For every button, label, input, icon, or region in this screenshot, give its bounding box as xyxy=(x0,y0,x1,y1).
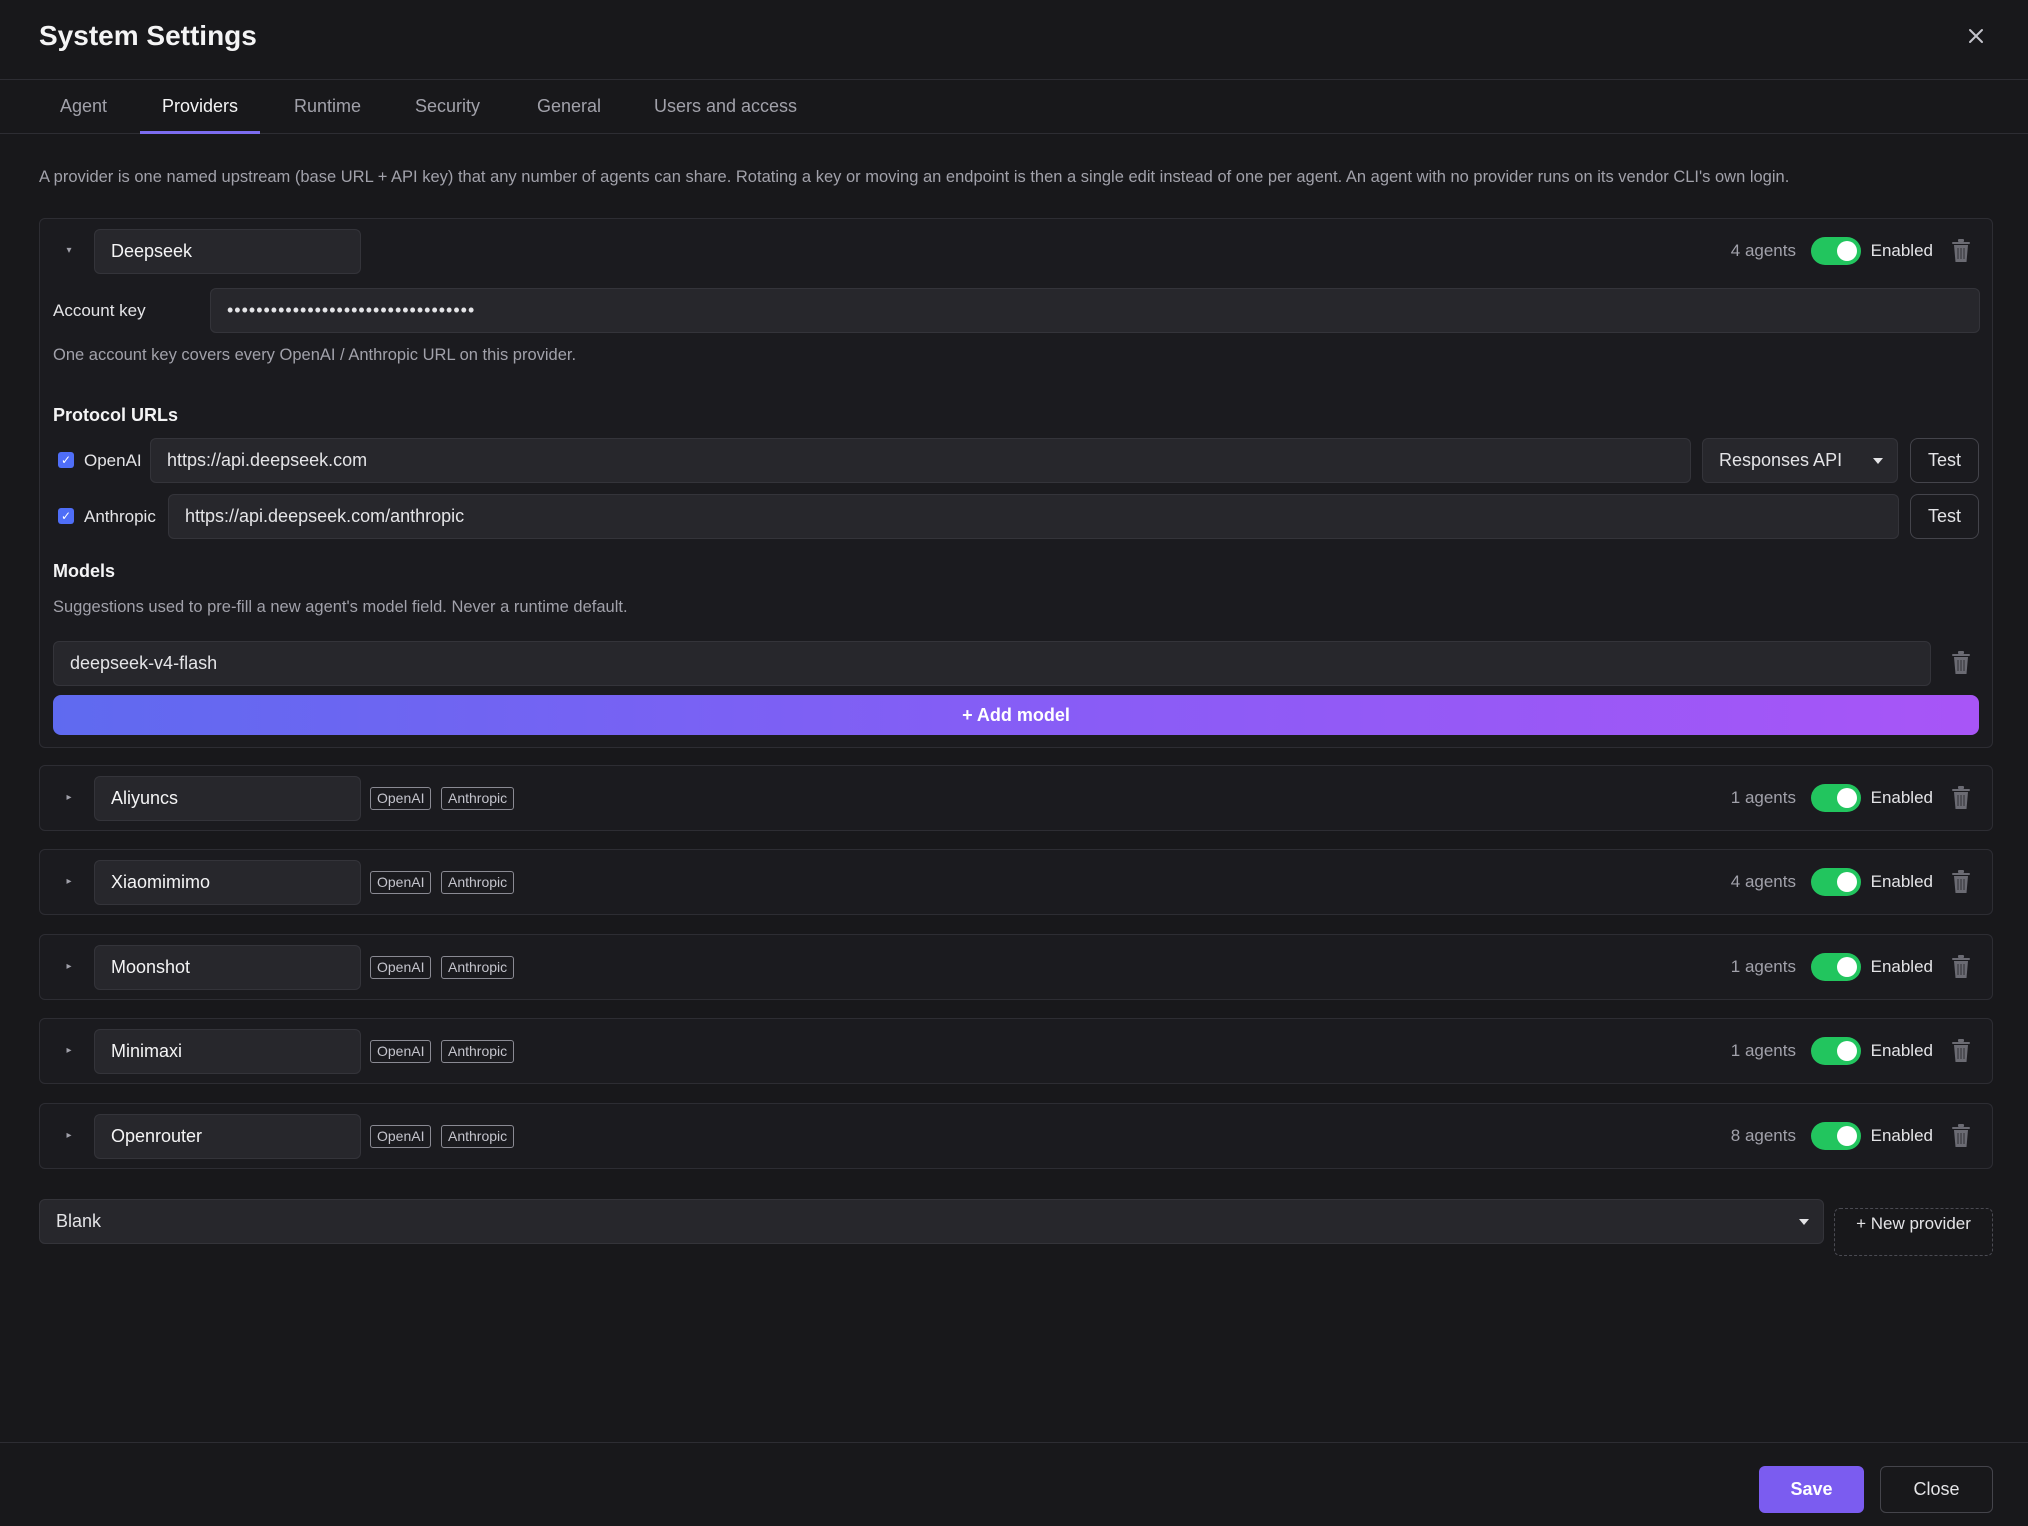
tab-agent[interactable]: Agent xyxy=(38,80,129,134)
models-help: Suggestions used to pre-fill a new agent… xyxy=(53,598,628,616)
anthropic-url-input[interactable]: https://api.deepseek.com/anthropic xyxy=(168,494,1899,539)
provider-name-input[interactable]: Xiaomimimo xyxy=(94,860,361,905)
provider-name-input[interactable]: Openrouter xyxy=(94,1114,361,1159)
openai-badge: OpenAI xyxy=(370,787,432,810)
provider-card: ▸ Moonshot OpenAI Anthropic 1 agents Ena… xyxy=(39,934,1993,1000)
openai-badge: OpenAI xyxy=(370,1040,432,1063)
openai-url-input[interactable]: https://api.deepseek.com xyxy=(150,438,1691,483)
trash-icon[interactable] xyxy=(1951,955,1971,979)
provider-template-select[interactable]: Blank xyxy=(39,1199,1824,1244)
enabled-toggle[interactable] xyxy=(1811,868,1861,896)
page-title: System Settings xyxy=(39,20,257,51)
collapse-caret-icon[interactable]: ▾ xyxy=(62,245,76,256)
anthropic-checkbox[interactable]: ✓ xyxy=(58,508,74,524)
enabled-toggle[interactable] xyxy=(1811,1037,1861,1065)
openai-api-mode-select[interactable]: Responses API xyxy=(1702,438,1898,483)
enabled-label: Enabled xyxy=(1870,957,1933,976)
trash-icon[interactable] xyxy=(1951,1039,1971,1063)
anthropic-badge: Anthropic xyxy=(441,871,515,894)
tab-security[interactable]: Security xyxy=(393,80,502,134)
enabled-label: Enabled xyxy=(1870,788,1933,807)
openai-badge: OpenAI xyxy=(370,871,432,894)
openai-label: OpenAI xyxy=(84,451,142,470)
openai-badge: OpenAI xyxy=(370,1125,432,1148)
tab-providers[interactable]: Providers xyxy=(140,80,261,134)
account-key-help: One account key covers every OpenAI / An… xyxy=(53,346,577,364)
model-input[interactable]: deepseek-v4-flash xyxy=(53,641,1931,686)
provider-card: ▸ Openrouter OpenAI Anthropic 8 agents E… xyxy=(39,1103,1993,1169)
account-key-input[interactable]: •••••••••••••••••••••••••••••••••• xyxy=(210,288,1980,333)
models-title: Models xyxy=(53,561,116,581)
expand-caret-icon[interactable]: ▸ xyxy=(62,1130,76,1141)
enabled-label: Enabled xyxy=(1870,1041,1933,1060)
agent-count: 1 agents xyxy=(1730,788,1796,807)
expand-caret-icon[interactable]: ▸ xyxy=(62,792,76,803)
enabled-toggle[interactable] xyxy=(1811,784,1861,812)
provider-name-input[interactable]: Moonshot xyxy=(94,945,361,990)
delete-model-trash-icon[interactable] xyxy=(1951,651,1971,675)
enabled-toggle[interactable] xyxy=(1811,1122,1861,1150)
account-key-label: Account key xyxy=(53,301,146,320)
provider-card: ▸ Minimaxi OpenAI Anthropic 1 agents Ena… xyxy=(39,1018,1993,1084)
test-openai-button[interactable]: Test xyxy=(1910,438,1979,483)
tab-bar: Agent Providers Runtime Security General… xyxy=(0,80,2028,134)
trash-icon[interactable] xyxy=(1951,239,1971,263)
new-provider-button[interactable]: + New provider xyxy=(1834,1208,1993,1256)
template-select-value: Blank xyxy=(56,1211,102,1231)
trash-icon[interactable] xyxy=(1951,786,1971,810)
openai-badge: OpenAI xyxy=(370,956,432,979)
expand-caret-icon[interactable]: ▸ xyxy=(62,961,76,972)
enabled-toggle[interactable] xyxy=(1811,953,1861,981)
tab-users-and-access[interactable]: Users and access xyxy=(632,80,819,134)
test-anthropic-button[interactable]: Test xyxy=(1910,494,1979,539)
close-icon[interactable] xyxy=(1962,22,1990,50)
agent-count: 4 agents xyxy=(1730,872,1796,891)
dialog-footer: Save Close xyxy=(0,1442,2028,1526)
provider-name-input[interactable]: Aliyuncs xyxy=(94,776,361,821)
provider-card: ▸ Aliyuncs OpenAI Anthropic 1 agents Ena… xyxy=(39,765,1993,831)
dialog-header: System Settings xyxy=(0,0,2028,80)
anthropic-badge: Anthropic xyxy=(441,1125,515,1148)
tab-general[interactable]: General xyxy=(515,80,623,134)
anthropic-badge: Anthropic xyxy=(441,787,515,810)
chevron-down-icon xyxy=(1799,1219,1809,1225)
tab-runtime[interactable]: Runtime xyxy=(272,80,383,134)
enabled-toggle[interactable] xyxy=(1811,237,1861,265)
agent-count: 8 agents xyxy=(1730,1126,1796,1145)
enabled-label: Enabled xyxy=(1870,872,1933,891)
chevron-down-icon xyxy=(1873,458,1883,464)
provider-name-input[interactable]: Deepseek xyxy=(94,229,361,274)
close-button[interactable]: Close xyxy=(1880,1466,1993,1513)
provider-card-expanded: ▾ Deepseek 4 agents Enabled Account key … xyxy=(39,218,1993,748)
trash-icon[interactable] xyxy=(1951,870,1971,894)
openai-checkbox[interactable]: ✓ xyxy=(58,452,74,468)
add-model-button[interactable]: + Add model xyxy=(53,695,1979,735)
api-mode-value: Responses API xyxy=(1719,450,1843,470)
close-icon-glyph xyxy=(1969,29,1983,43)
provider-name-input[interactable]: Minimaxi xyxy=(94,1029,361,1074)
save-button[interactable]: Save xyxy=(1759,1466,1864,1513)
anthropic-badge: Anthropic xyxy=(441,956,515,979)
agent-count: 4 agents xyxy=(1730,241,1796,260)
protocol-urls-title: Protocol URLs xyxy=(53,405,179,425)
enabled-label: Enabled xyxy=(1870,241,1933,260)
expand-caret-icon[interactable]: ▸ xyxy=(62,876,76,887)
trash-icon[interactable] xyxy=(1951,1124,1971,1148)
expand-caret-icon[interactable]: ▸ xyxy=(62,1045,76,1056)
providers-intro-text: A provider is one named upstream (base U… xyxy=(39,168,1790,186)
agent-count: 1 agents xyxy=(1730,957,1796,976)
anthropic-label: Anthropic xyxy=(84,507,156,526)
enabled-label: Enabled xyxy=(1870,1126,1933,1145)
anthropic-badge: Anthropic xyxy=(441,1040,515,1063)
provider-card: ▸ Xiaomimimo OpenAI Anthropic 4 agents E… xyxy=(39,849,1993,915)
agent-count: 1 agents xyxy=(1730,1041,1796,1060)
